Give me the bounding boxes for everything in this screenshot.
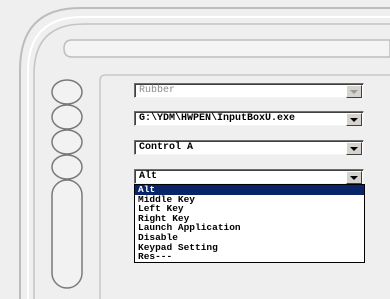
pen-button-3 [51,129,83,155]
combo-button-2[interactable]: G:\YDM\HWPEN\InputBoxU.exe [134,111,364,126]
chevron-down-icon [350,176,358,180]
combo-value: G:\YDM\HWPEN\InputBoxU.exe [139,113,296,124]
combo-dropdown-button[interactable] [346,113,362,126]
combo-button-3[interactable]: Control A [134,140,364,155]
pen-button-1 [51,79,83,105]
combo-button-4[interactable]: Alt [134,169,364,184]
combo-value: Alt [139,171,158,182]
chevron-down-icon [350,118,358,122]
combo-button-1: Rubber [134,83,364,98]
combo-value: Control A [139,142,194,153]
combo-dropdown-button[interactable] [346,171,362,184]
combo-dropdown-button [346,85,362,98]
pen-tip-capsule [51,179,83,289]
combo-dropdown-button[interactable] [346,142,362,155]
chevron-down-icon [350,90,358,94]
dropdown-option-alt[interactable]: Alt [135,185,364,195]
pen-button-2 [51,104,83,130]
dropdown-option-right-key[interactable]: Right Key [135,214,364,224]
dropdown-option-middle-key[interactable]: Middle Key [135,195,364,205]
dropdown-option-disable[interactable]: Disable [135,233,364,243]
dropdown-option-keypad-setting[interactable]: Keypad Setting [135,243,364,253]
pen-button-4 [51,154,83,180]
dropdown-option-launch-application[interactable]: Launch Application [135,223,364,233]
chevron-down-icon [350,147,358,151]
combo-value: Rubber [139,85,176,96]
dropdown-list[interactable]: Alt Middle Key Left Key Right Key Launch… [134,184,365,263]
dropdown-option-left-key[interactable]: Left Key [135,204,364,214]
dropdown-option-reserved[interactable]: Res--- [135,252,364,262]
